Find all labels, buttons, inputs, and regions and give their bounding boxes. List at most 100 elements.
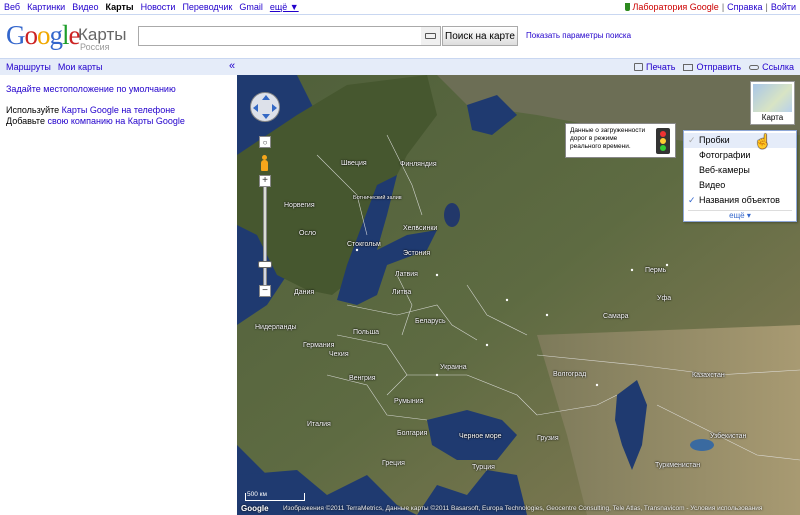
menu-item-video[interactable]: Видео	[684, 178, 796, 193]
google-watermark: Google	[241, 504, 269, 513]
google-maps-logo[interactable]: Google Карты Россия	[6, 20, 126, 53]
link-link[interactable]: Ссылка	[749, 62, 794, 72]
pan-right-icon[interactable]	[272, 104, 277, 112]
pan-left-icon[interactable]	[253, 104, 258, 112]
check-icon: ✓	[688, 135, 696, 145]
menu-item-webcams[interactable]: Веб-камеры	[684, 163, 796, 178]
map-label: Эстония	[403, 250, 431, 257]
mobile-maps-link[interactable]: Карты Google на телефоне	[62, 105, 176, 115]
nav-web[interactable]: Веб	[4, 2, 20, 12]
nav-translate[interactable]: Переводчик	[182, 2, 232, 12]
zoom-slider[interactable]	[263, 187, 267, 285]
traffic-light-icon	[656, 128, 670, 154]
nav-more[interactable]: ещё ▼	[270, 2, 299, 12]
map-label: Самара	[603, 313, 629, 320]
pegman-icon[interactable]	[260, 155, 269, 172]
toolbar-left: Маршруты Мои карты	[6, 62, 103, 72]
business-promo-text: Добавьте	[6, 116, 48, 126]
link-label: Ссылка	[762, 62, 794, 72]
pan-up-icon[interactable]	[262, 95, 270, 100]
zoom-in-button[interactable]: +	[259, 175, 271, 187]
copyright-text: Изображения ©2011 TerraMetrics, Данные к…	[283, 505, 763, 512]
toolbar-right: Печать Отправить Ссылка	[634, 62, 794, 72]
top-nav: Веб Картинки Видео Карты Новости Перевод…	[4, 2, 299, 12]
map-label: Грузия	[537, 435, 559, 442]
pan-down-icon[interactable]	[262, 114, 270, 119]
map-label: Пермь	[645, 267, 667, 274]
nav-gmail[interactable]: Gmail	[239, 2, 263, 12]
routes-link[interactable]: Маршруты	[6, 62, 51, 72]
search-button[interactable]: Поиск на карте	[442, 26, 518, 46]
menu-item-label: Названия объектов	[699, 195, 780, 205]
signin-link[interactable]: Войти	[771, 2, 796, 12]
nav-images[interactable]: Картинки	[27, 2, 65, 12]
pan-control[interactable]	[250, 92, 280, 122]
nav-video[interactable]: Видео	[72, 2, 98, 12]
traffic-tooltip: Данные о загруженности дорог в режиме ре…	[565, 123, 676, 158]
labs-label: Лаборатория Google	[632, 2, 719, 12]
map-canvas[interactable]: Швеция Финляндия Норвегия Ботнический за…	[237, 75, 800, 515]
map-label: Италия	[307, 421, 331, 428]
mobile-promo-text: Используйте	[6, 105, 62, 115]
map-label: Нидерланды	[255, 324, 297, 331]
map-label: Уфа	[657, 295, 672, 302]
map-type-button[interactable]: Карта	[750, 81, 795, 125]
map-label: Турция	[472, 464, 495, 471]
mobile-promo: Используйте Карты Google на телефоне	[6, 105, 175, 115]
map-label: Швеция	[341, 160, 367, 167]
menu-item-labels[interactable]: ✓ Названия объектов	[684, 193, 796, 208]
map-label: Украина	[440, 364, 467, 371]
labs-link[interactable]: Лаборатория Google	[625, 2, 719, 12]
map-label: Норвегия	[284, 202, 315, 209]
google-logo-text: Google	[6, 20, 80, 50]
keyboard-icon	[425, 33, 436, 39]
envelope-icon	[683, 63, 694, 71]
map-label: Беларусь	[415, 318, 446, 325]
set-default-location-link[interactable]: Задайте местоположение по умолчанию	[6, 84, 176, 94]
search-input[interactable]	[138, 26, 422, 46]
menu-item-photos[interactable]: Фотографии	[684, 148, 796, 163]
print-link[interactable]: Печать	[634, 62, 675, 72]
zoom-out-button[interactable]: −	[259, 285, 271, 297]
map-label: Литва	[392, 289, 412, 296]
menu-item-label: Пробки	[699, 135, 730, 145]
menu-item-label: Видео	[699, 180, 726, 190]
help-link[interactable]: Справка	[727, 2, 762, 12]
top-right-links: Лаборатория Google | Справка | Войти	[625, 2, 796, 12]
map-label: Румыния	[394, 398, 424, 405]
zoom-slider-thumb[interactable]	[258, 261, 272, 268]
send-label: Отправить	[696, 62, 742, 72]
map-label: Черное море	[459, 433, 502, 440]
add-business-link[interactable]: свою компанию на Карты Google	[47, 116, 184, 126]
map-label: Дания	[294, 289, 315, 296]
layers-menu: ✓ Пробки Фотографии Веб-камеры Видео ✓ Наз…	[683, 130, 797, 222]
map-label: Латвия	[395, 271, 418, 278]
nav-maps: Карты	[105, 2, 134, 12]
separator: |	[721, 2, 725, 12]
chain-link-icon	[749, 64, 760, 70]
printer-icon	[634, 63, 643, 71]
side-panel: Задайте местоположение по умолчанию Испо…	[0, 75, 237, 515]
scale-label: 500 км	[247, 491, 267, 498]
zoom-center-button[interactable]: ○	[259, 136, 271, 148]
nav-news[interactable]: Новости	[141, 2, 176, 12]
map-label: Туркменистан	[655, 462, 701, 469]
my-maps-link[interactable]: Мои карты	[58, 62, 103, 72]
keyboard-button[interactable]	[421, 26, 441, 46]
menu-more-link[interactable]: ещё ▾	[684, 211, 796, 220]
map-label: Осло	[299, 230, 317, 237]
map-label: Волгоград	[553, 371, 587, 378]
map-label: Узбекистан	[710, 433, 747, 440]
search-options-link[interactable]: Показать параметры поиска	[526, 31, 631, 40]
menu-item-traffic[interactable]: ✓ Пробки	[684, 133, 796, 148]
map-label: Казахстан	[692, 372, 725, 379]
map-label: Польша	[353, 329, 380, 336]
map-label: Венгрия	[349, 375, 376, 382]
map-label: Ботнический залив	[353, 195, 402, 201]
send-link[interactable]: Отправить	[683, 62, 741, 72]
toolbar: Маршруты Мои карты « Печать Отправить Сс…	[0, 58, 800, 75]
map-label: Стокгольм	[347, 241, 381, 248]
collapse-panel-button[interactable]: «	[229, 60, 235, 72]
map-label: Болгария	[397, 430, 428, 437]
map-type-label: Карта	[761, 113, 784, 122]
